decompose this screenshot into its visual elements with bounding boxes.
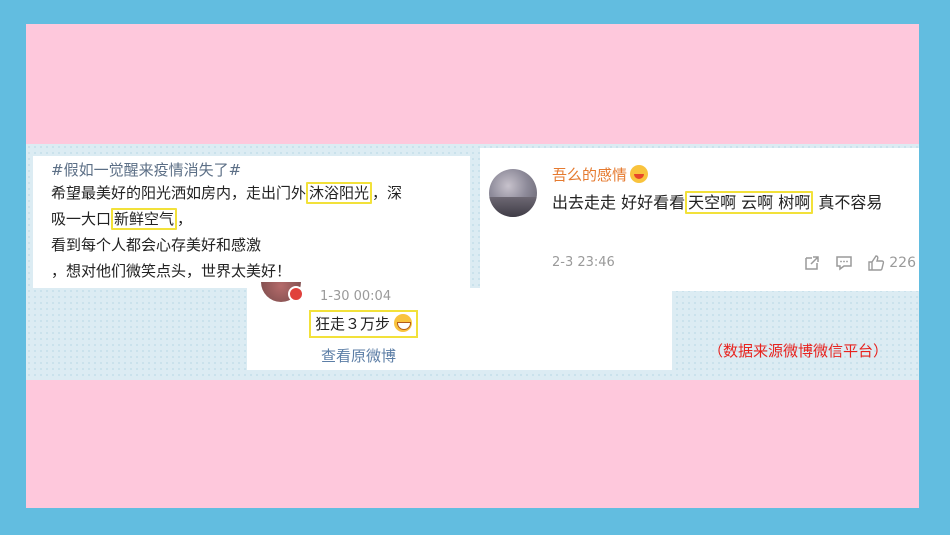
- comment-text-part: 出去走走 好好看看: [552, 193, 686, 212]
- post-line-3: 看到每个人都会心存美好和感激: [51, 236, 262, 254]
- left-post-card: #假如一觉醒来疫情消失了# 希望最美好的阳光洒如房内，走出门外 沐浴阳光 ，深 吸一…: [33, 156, 470, 288]
- comment-icon[interactable]: [835, 254, 853, 272]
- avatar[interactable]: [489, 169, 537, 217]
- source-note: （数据来源微博微信平台）: [708, 342, 889, 360]
- comment-text: 出去走走 好好看看 天空啊 云啊 树啊 真不容易: [552, 188, 912, 218]
- top-pink-band: [26, 24, 919, 144]
- post-text: ，深: [372, 184, 403, 202]
- bottom-pink-band: [26, 380, 919, 508]
- view-original-link[interactable]: 查看原微博: [321, 346, 396, 366]
- post-hashtag[interactable]: #假如一觉醒来疫情消失了#: [51, 160, 470, 180]
- share-icon[interactable]: [803, 254, 821, 272]
- highlight-box: 新鲜空气: [111, 208, 178, 230]
- like-button[interactable]: 226: [867, 254, 916, 272]
- right-comment-card: 吾么的感情 出去走走 好好看看 天空啊 云啊 树啊 真不容易 2-3 23:46 …: [480, 148, 919, 291]
- highlight-box: 狂走３万步: [309, 310, 419, 338]
- badge-icon: [288, 286, 304, 302]
- bottom-comment-card: 1-30 00:04 狂走３万步 查看原微博: [247, 282, 672, 370]
- user-name-text: 吾么的感情: [552, 166, 628, 184]
- avatar[interactable]: [261, 282, 305, 306]
- slide-frame: #假如一觉醒来疫情消失了# 希望最美好的阳光洒如房内，走出门外 沐浴阳光 ，深 吸一…: [26, 24, 919, 508]
- emoji-icon: [630, 165, 649, 183]
- post-line-1: 希望最美好的阳光洒如房内，走出门外 沐浴阳光 ，深: [51, 180, 470, 206]
- highlight-box: 沐浴阳光: [306, 182, 373, 204]
- like-icon: [868, 255, 885, 271]
- comment-date: 1-30 00:04: [320, 289, 392, 304]
- post-text: ，: [177, 210, 193, 228]
- comment-date: 2-3 23:46: [552, 255, 615, 270]
- user-name[interactable]: 吾么的感情: [552, 164, 649, 186]
- like-count: 226: [889, 255, 916, 271]
- laugh-emoji-icon: [394, 314, 413, 332]
- post-text: 希望最美好的阳光洒如房内，走出门外: [51, 184, 307, 202]
- action-bar: 226: [803, 251, 916, 275]
- post-line-2: 吸一大口 新鲜空气，: [51, 206, 470, 232]
- comment-text: 狂走３万步: [315, 315, 391, 333]
- comment-text-part: 真不容易: [818, 193, 883, 212]
- post-line-4: ，想对他们微笑点头，世界太美好！: [51, 262, 292, 280]
- highlight-box: 天空啊 云啊 树啊: [685, 191, 814, 214]
- post-text: 吸一大口: [51, 210, 112, 228]
- comment-meta: 2-3 23:46 226: [552, 251, 918, 275]
